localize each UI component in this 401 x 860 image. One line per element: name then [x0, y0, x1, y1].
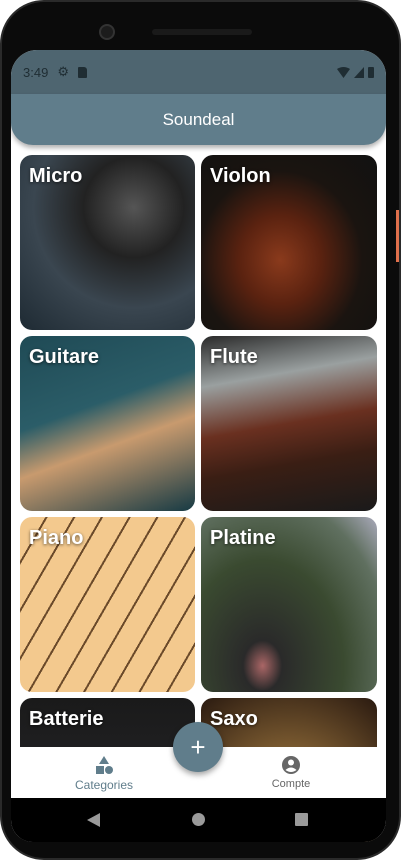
app-title: Soundeal [162, 109, 235, 129]
nav-categories-label: Categories [74, 778, 134, 792]
sd-card-icon [77, 66, 87, 78]
category-label: Platine [210, 527, 276, 549]
signal-icon [354, 66, 364, 78]
category-card-guitare[interactable]: Guitare [20, 336, 195, 511]
nav-account[interactable]: Compte [241, 755, 341, 790]
category-label: Guitare [29, 346, 100, 368]
add-fab-button[interactable]: + [173, 722, 223, 772]
speaker [152, 29, 252, 35]
category-label: Micro [29, 165, 83, 187]
settings-icon: ⚙ [57, 64, 69, 79]
category-label: Piano [29, 527, 84, 549]
account-icon [282, 756, 300, 774]
categories-icon [96, 756, 113, 774]
nav-account-label: Compte [271, 778, 311, 790]
app-bar: Soundeal [11, 94, 386, 145]
category-label: Violon [210, 165, 271, 187]
wifi-icon [337, 66, 350, 78]
back-icon[interactable] [87, 813, 101, 827]
category-card-micro[interactable]: Micro [20, 155, 195, 330]
power-button [396, 210, 399, 262]
status-bar: 3:49 ⚙ [11, 50, 386, 94]
recents-icon[interactable] [295, 813, 308, 826]
category-card-piano[interactable]: Piano [20, 517, 195, 692]
system-navigation-bar [11, 798, 386, 842]
status-time: 3:49 [23, 64, 49, 80]
category-label: Flute [210, 346, 258, 368]
home-icon[interactable] [192, 813, 205, 826]
nav-categories[interactable]: Categories [54, 755, 154, 792]
phone-frame: 3:49 ⚙ Soundeal Micro Violon Guitare Flu… [0, 0, 401, 860]
battery-icon [368, 66, 374, 78]
category-card-flute[interactable]: Flute [201, 336, 377, 511]
plus-icon: + [190, 731, 206, 762]
screen: 3:49 ⚙ Soundeal Micro Violon Guitare Flu… [11, 50, 386, 842]
category-card-platine[interactable]: Platine [201, 517, 377, 692]
category-label: Batterie [29, 708, 104, 730]
category-label: Saxo [210, 708, 258, 730]
category-card-violon[interactable]: Violon [201, 155, 377, 330]
camera [99, 24, 115, 40]
